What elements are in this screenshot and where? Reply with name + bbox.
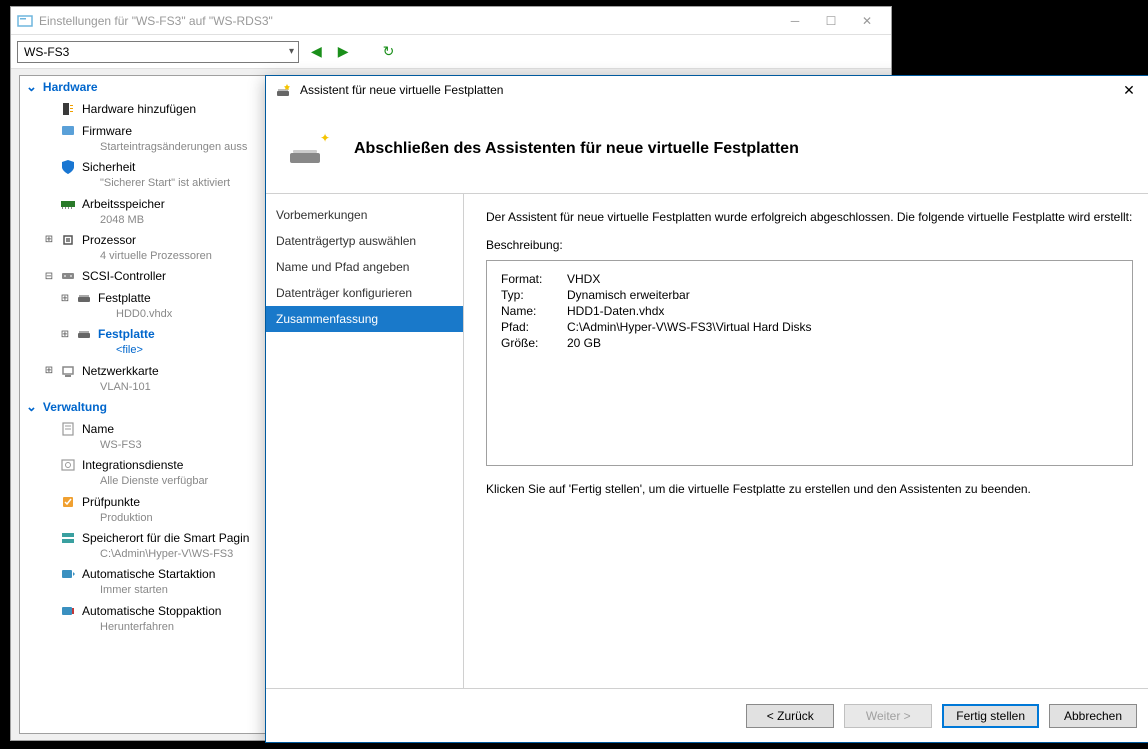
tree-item-security[interactable]: Sicherheit "Sicherer Start" ist aktivier… <box>20 156 303 192</box>
tree-item-disk-0[interactable]: ⊞Festplatte HDD0.vhdx <box>20 287 303 323</box>
minimize-button[interactable]: ─ <box>777 10 813 32</box>
services-icon <box>60 457 76 473</box>
cpu-icon <box>60 232 76 248</box>
tree-item-auto-start[interactable]: Automatische Startaktion Immer starten <box>20 563 303 599</box>
tree-item-scsi[interactable]: ⊟SCSI-Controller <box>20 265 303 287</box>
wizard-title: Assistent für neue virtuelle Festplatten <box>300 83 1113 97</box>
new-vhd-wizard: Assistent für neue virtuelle Festplatten… <box>265 75 1148 743</box>
tree-header-label: Hardware <box>43 80 98 94</box>
description-label: Beschreibung: <box>486 238 1133 252</box>
tree-item-firmware[interactable]: Firmware Starteintragsänderungen auss <box>20 120 303 156</box>
tree-item-integration[interactable]: Integrationsdienste Alle Dienste verfügb… <box>20 454 303 490</box>
wizard-header: ✦ Abschließen des Assistenten für neue v… <box>266 104 1148 194</box>
wizard-footer: < Zurück Weiter > Fertig stellen Abbrech… <box>266 688 1148 742</box>
wizard-step-name[interactable]: Name und Pfad angeben <box>266 254 463 280</box>
collapse-icon: ⌄ <box>26 399 37 415</box>
tree-item-memory[interactable]: Arbeitsspeicher 2048 MB <box>20 193 303 229</box>
summary-row-size: Größe: 20 GB <box>501 335 1118 351</box>
expand-icon[interactable]: ⊞ <box>60 329 70 340</box>
disk-icon <box>76 326 92 342</box>
controller-icon <box>60 268 76 284</box>
collapse-icon[interactable]: ⊟ <box>44 271 54 282</box>
expand-icon[interactable]: ⊞ <box>44 234 54 245</box>
tree-item-disk-1[interactable]: ⊞Festplatte <file> <box>20 323 303 359</box>
tree-header-management[interactable]: ⌄ Verwaltung <box>20 396 303 418</box>
wizard-steps: Vorbemerkungen Datenträgertyp auswählen … <box>266 194 464 688</box>
refresh-button[interactable]: ↻ <box>379 43 399 60</box>
settings-titlebar: Einstellungen für "WS-FS3" auf "WS-RDS3"… <box>11 7 891 35</box>
nav-forward-button[interactable]: ▶ <box>334 43 353 60</box>
wizard-titlebar: Assistent für neue virtuelle Festplatten… <box>266 76 1148 104</box>
network-icon <box>60 363 76 379</box>
cancel-button[interactable]: Abbrechen <box>1049 704 1137 728</box>
settings-tree: ⌄ Hardware Hardware hinzufügen Firmware … <box>19 75 304 734</box>
add-hardware-icon <box>60 101 76 117</box>
stop-action-icon <box>60 603 76 619</box>
wizard-step-summary[interactable]: Zusammenfassung <box>266 306 463 332</box>
summary-row-type: Typ: Dynamisch erweiterbar <box>501 287 1118 303</box>
summary-row-format: Format: VHDX <box>501 271 1118 287</box>
tree-item-processor[interactable]: ⊞Prozessor 4 virtuelle Prozessoren <box>20 229 303 265</box>
maximize-button[interactable]: ☐ <box>813 10 849 32</box>
back-button[interactable]: < Zurück <box>746 704 834 728</box>
settings-toolbar: WS-FS3 ▾ ◀ ▶ ↻ <box>11 35 891 69</box>
shield-icon <box>60 159 76 175</box>
tree-item-name[interactable]: Name WS-FS3 <box>20 418 303 454</box>
expand-icon[interactable]: ⊞ <box>44 365 54 376</box>
wizard-header-icon: ✦ <box>290 135 326 163</box>
storage-icon <box>60 530 76 546</box>
summary-box: Format: VHDX Typ: Dynamisch erweiterbar … <box>486 260 1133 466</box>
wizard-close-button[interactable]: ✕ <box>1113 79 1145 101</box>
wizard-step-configure[interactable]: Datenträger konfigurieren <box>266 280 463 306</box>
tree-item-network[interactable]: ⊞Netzwerkkarte VLAN-101 <box>20 360 303 396</box>
tree-item-checkpoints[interactable]: Prüfpunkte Produktion <box>20 491 303 527</box>
collapse-icon: ⌄ <box>26 79 37 95</box>
expand-icon[interactable]: ⊞ <box>60 293 70 304</box>
tree-item-add-hardware[interactable]: Hardware hinzufügen <box>20 98 303 120</box>
wizard-step-intro[interactable]: Vorbemerkungen <box>266 202 463 228</box>
wizard-step-type[interactable]: Datenträgertyp auswählen <box>266 228 463 254</box>
vm-selector-value: WS-FS3 <box>24 45 69 59</box>
wizard-icon <box>276 82 292 98</box>
checkpoint-icon <box>60 494 76 510</box>
close-button[interactable]: ✕ <box>849 10 885 32</box>
wizard-finish-text: Klicken Sie auf 'Fertig stellen', um die… <box>486 480 1133 498</box>
tree-item-auto-stop[interactable]: Automatische Stoppaktion Herunterfahren <box>20 600 303 636</box>
summary-row-path: Pfad: C:\Admin\Hyper-V\WS-FS3\Virtual Ha… <box>501 319 1118 335</box>
finish-button[interactable]: Fertig stellen <box>942 704 1039 728</box>
summary-row-name: Name: HDD1-Daten.vhdx <box>501 303 1118 319</box>
app-icon <box>17 13 33 29</box>
disk-icon <box>76 290 92 306</box>
memory-icon <box>60 196 76 212</box>
nav-back-button[interactable]: ◀ <box>307 43 326 60</box>
name-icon <box>60 421 76 437</box>
chevron-down-icon: ▾ <box>289 46 294 57</box>
tree-item-smart-paging[interactable]: Speicherort für die Smart Pagin C:\Admin… <box>20 527 303 563</box>
next-button: Weiter > <box>844 704 932 728</box>
vm-selector-dropdown[interactable]: WS-FS3 ▾ <box>17 41 299 63</box>
settings-title: Einstellungen für "WS-FS3" auf "WS-RDS3" <box>39 14 777 28</box>
tree-header-label: Verwaltung <box>43 400 107 414</box>
wizard-content: Der Assistent für neue virtuelle Festpla… <box>464 194 1148 688</box>
firmware-icon <box>60 123 76 139</box>
tree-header-hardware[interactable]: ⌄ Hardware <box>20 76 303 98</box>
start-action-icon <box>60 566 76 582</box>
wizard-heading: Abschließen des Assistenten für neue vir… <box>354 140 799 158</box>
wizard-intro-text: Der Assistent für neue virtuelle Festpla… <box>486 208 1133 226</box>
wizard-body: Vorbemerkungen Datenträgertyp auswählen … <box>266 194 1148 688</box>
